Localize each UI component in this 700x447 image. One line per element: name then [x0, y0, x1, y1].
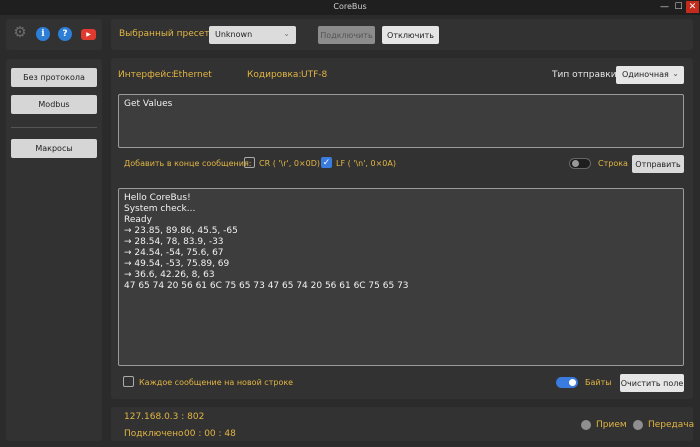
sidebar-item-macros[interactable]: Макросы — [11, 139, 97, 158]
lf-checkbox[interactable]: ✓ — [321, 157, 332, 168]
preset-label: Выбранный пресет: — [119, 29, 213, 39]
lf-label: LF ( '\n', 0×0A) — [336, 159, 396, 168]
info-icon[interactable]: i — [36, 27, 50, 41]
tx-indicator — [633, 420, 643, 430]
icon-toolbar: ⚙ i ? ▶ — [6, 19, 102, 50]
send-type-select[interactable]: Одиночная ⌄ — [616, 66, 684, 84]
title-bar: CoreBus — ☐ ✕ — [0, 0, 700, 15]
rx-indicator — [581, 420, 591, 430]
preset-panel: Выбранный пресет: Unknown ⌄ Подключить О… — [111, 19, 693, 50]
log-line: System check... — [124, 204, 196, 214]
bytes-toggle[interactable] — [556, 377, 578, 388]
string-toggle[interactable] — [569, 158, 591, 169]
cr-label: CR ( '\r', 0×0D) — [259, 159, 320, 168]
encoding-label: Кодировка: — [247, 70, 302, 80]
sidebar-divider — [11, 127, 97, 128]
log-line: Ready — [124, 215, 152, 225]
send-type-label: Тип отправки: — [552, 70, 620, 80]
send-button[interactable]: Отправить — [632, 155, 684, 173]
tx-label: Передача — [648, 420, 695, 430]
preset-select[interactable]: Unknown ⌄ — [209, 26, 296, 44]
chevron-down-icon: ⌄ — [672, 69, 679, 78]
newline-label: Каждое сообщение на новой строке — [139, 378, 294, 387]
maximize-button[interactable]: ☐ — [672, 1, 685, 13]
clear-button[interactable]: Очистить поле — [620, 374, 684, 392]
log-line: → 24.54, -54, 75.6, 67 — [124, 248, 224, 258]
chevron-down-icon: ⌄ — [283, 29, 290, 38]
close-button[interactable]: ✕ — [686, 1, 699, 13]
disconnect-button[interactable]: Отключить — [382, 26, 439, 44]
log-line: Hello CoreBus! — [124, 193, 191, 203]
interface-value: Ethernet — [173, 70, 212, 80]
address-text: 127.168.0.3 : 802 — [124, 412, 205, 422]
rx-label: Прием — [596, 420, 627, 430]
newline-checkbox[interactable] — [123, 376, 134, 387]
elapsed-time: 00 : 00 : 48 — [184, 429, 236, 439]
minimize-button[interactable]: — — [658, 1, 671, 13]
main-panel: Интерфейс: Ethernet Кодировка: UTF-8 Тип… — [111, 58, 693, 399]
help-icon[interactable]: ? — [58, 27, 72, 41]
log-line: 47 65 74 20 56 61 6C 75 65 73 47 65 74 2… — [124, 281, 409, 291]
log-line: → 23.85, 89.86, 45.5, -65 — [124, 226, 238, 236]
preset-value: Unknown — [215, 30, 253, 39]
window-title: CoreBus — [333, 2, 367, 11]
youtube-icon[interactable]: ▶ — [81, 29, 96, 40]
status-panel: 127.168.0.3 : 802 Подключено 00 : 00 : 4… — [111, 407, 695, 441]
send-type-value: Одиночная — [622, 70, 669, 79]
sidebar-item-no-protocol[interactable]: Без протокола — [11, 68, 97, 87]
sidebar: Без протокола Modbus Макросы — [6, 59, 102, 441]
sidebar-item-modbus[interactable]: Modbus — [11, 95, 97, 114]
gear-icon[interactable]: ⚙ — [13, 23, 27, 41]
interface-label: Интерфейс: — [118, 70, 175, 80]
bytes-label: Байты — [585, 378, 612, 387]
log-line: → 49.54, -53, 75.89, 69 — [124, 259, 230, 269]
connected-label: Подключено — [124, 429, 184, 439]
append-label: Добавить в конце сообщения: — [124, 159, 252, 168]
log-line: → 36.6, 42.26, 8, 63 — [124, 270, 215, 280]
connect-button[interactable]: Подключить — [318, 26, 375, 44]
message-input[interactable]: Get Values — [118, 94, 684, 148]
log-output[interactable]: Hello CoreBus! System check... Ready → 23.8… — [118, 188, 684, 366]
log-line: → 28.54, 78, 83.9, -33 — [124, 237, 224, 247]
string-toggle-label: Строка — [598, 159, 628, 168]
encoding-value: UTF-8 — [301, 70, 328, 80]
cr-checkbox[interactable] — [244, 157, 255, 168]
